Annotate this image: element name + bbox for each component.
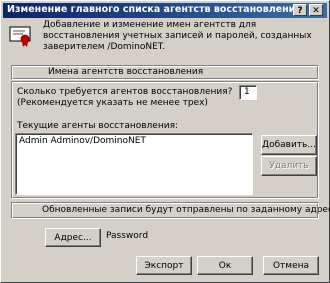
address-button[interactable]: Адрес... xyxy=(45,228,101,247)
send-group: Обновленные записи будут отправлены по з… xyxy=(11,202,330,219)
list-item[interactable]: Admin Adminov/DominoNET xyxy=(19,136,146,146)
description-text: Добавление и изменение имен агентств для… xyxy=(43,20,312,52)
dialog-window: Изменение главного списка агентств восст… xyxy=(0,0,330,283)
certificate-icon xyxy=(9,26,31,47)
agent-count-input[interactable]: 1 xyxy=(239,85,257,100)
send-notice-label: Обновленные записи будут отправлены по з… xyxy=(42,205,330,215)
agents-group-label: Имена агентств восстановления xyxy=(48,67,204,77)
agents-group-header: Имена агентств восстановления xyxy=(11,65,319,80)
count-question-label: Сколько требуется агентов восстановления… xyxy=(17,87,233,97)
close-button[interactable]: ✕ xyxy=(309,4,323,16)
count-hint-label: (Рекомендуется указать не менее трех) xyxy=(17,98,208,108)
remove-button[interactable]: Удалить xyxy=(261,156,317,176)
help-button[interactable]: ? xyxy=(293,4,307,16)
window-title: Изменение главного списка агентств восст… xyxy=(7,4,302,15)
ok-button[interactable]: Ок xyxy=(197,256,253,275)
current-agents-label: Текущие агенты восстановления: xyxy=(17,121,179,131)
agents-list[interactable]: Admin Adminov/DominoNET xyxy=(15,133,253,195)
address-value: Password xyxy=(106,231,149,241)
add-button[interactable]: Добавить... xyxy=(261,135,317,155)
export-button[interactable]: Экспорт xyxy=(136,256,192,275)
cancel-button[interactable]: Отмена xyxy=(263,256,319,275)
title-bar: Изменение главного списка агентств восст… xyxy=(3,3,327,18)
